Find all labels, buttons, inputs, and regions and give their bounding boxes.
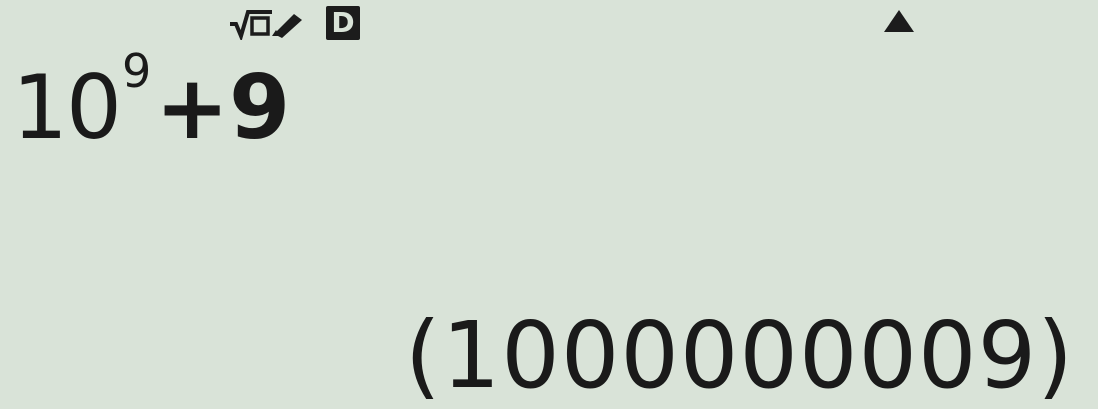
expression-base: 10 — [12, 56, 122, 159]
expression-rest: +9 — [155, 56, 291, 159]
calculator-display: D 10 9 +9 (1000000009) — [0, 0, 1098, 409]
expression-exponent: 9 — [121, 44, 152, 98]
input-expression: 10 9 +9 — [12, 48, 291, 159]
angle-mode-badge: D — [326, 6, 360, 40]
result-value: (1000000009) — [404, 302, 1074, 409]
mathio-sqrt-pencil-icon — [230, 10, 302, 40]
triangle-up-icon — [884, 10, 914, 32]
status-bar: D — [0, 0, 1098, 46]
